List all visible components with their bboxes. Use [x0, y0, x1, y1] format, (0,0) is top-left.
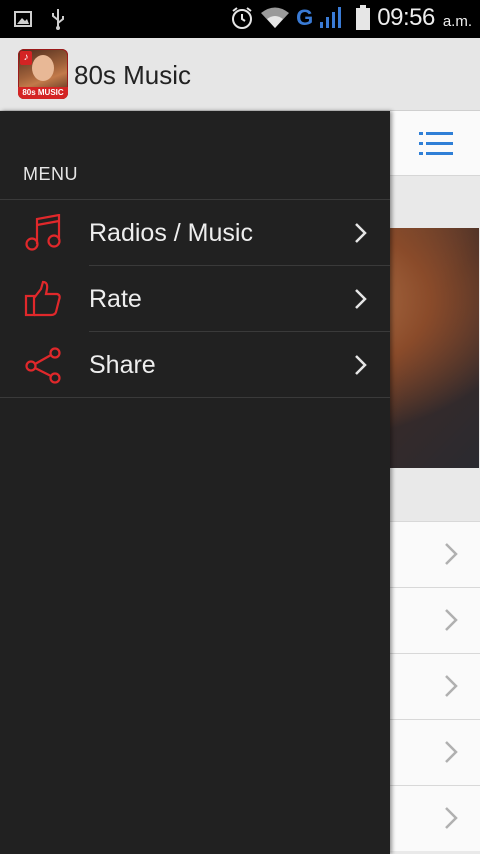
chevron-right-icon: [355, 289, 367, 309]
menu-list: Radios / Music Rate Share: [0, 199, 390, 398]
chevron-right-icon: [445, 543, 458, 565]
logo-label: 80s MUSIC: [18, 87, 68, 99]
navigation-drawer: MENU Radios / Music Rate Share: [0, 111, 390, 854]
clock-time: 09:56: [377, 4, 435, 31]
wifi-icon: [261, 7, 290, 28]
menu-item-rate[interactable]: Rate: [0, 266, 390, 332]
alarm-icon: [232, 7, 253, 29]
usb-icon: [52, 9, 64, 30]
status-bar: G 09:56 a.m.: [0, 0, 480, 38]
image-icon: [14, 11, 32, 27]
app-bar: ♪ 80s MUSIC 80s Music: [0, 38, 480, 111]
music-note-icon: ♪: [20, 51, 32, 65]
menu-item-label: Share: [89, 351, 156, 379]
menu-header: MENU: [23, 164, 78, 184]
chevron-right-icon: [445, 675, 458, 697]
thumbs-up-icon: [24, 280, 61, 317]
menu-item-share[interactable]: Share: [0, 332, 390, 398]
chevron-right-icon: [445, 807, 458, 829]
share-icon: [25, 347, 61, 384]
battery-icon: [356, 5, 371, 30]
chevron-right-icon: [355, 223, 367, 243]
signal-icon: [320, 7, 342, 28]
app-logo[interactable]: ♪ 80s MUSIC: [18, 49, 68, 99]
app-title: 80s Music: [74, 60, 192, 90]
network-type: G: [296, 5, 314, 30]
chevron-right-icon: [445, 609, 458, 631]
menu-item-label: Rate: [89, 285, 142, 313]
chevron-right-icon: [355, 355, 367, 375]
divider: [0, 397, 390, 398]
menu-item-radios-music[interactable]: Radios / Music: [0, 200, 390, 266]
list-icon[interactable]: [419, 131, 453, 157]
music-note-icon: [25, 214, 61, 251]
chevron-right-icon: [445, 741, 458, 763]
menu-item-label: Radios / Music: [89, 219, 253, 247]
clock-ampm: a.m.: [442, 12, 472, 30]
logo-face: [32, 55, 54, 81]
